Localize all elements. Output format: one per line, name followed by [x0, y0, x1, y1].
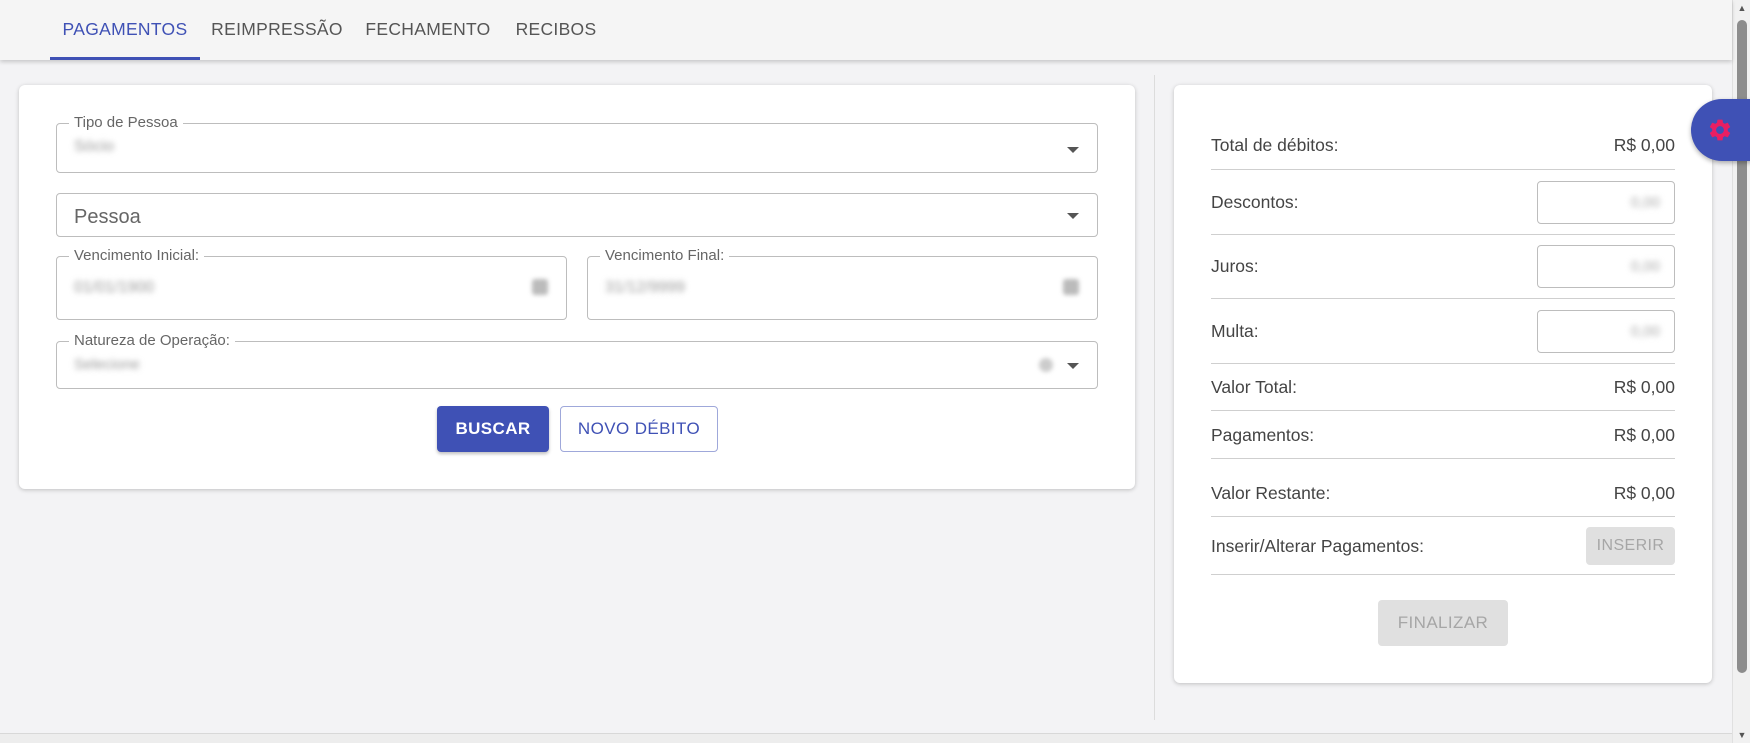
tab-bar: PAGAMENTOS REIMPRESSÃO FECHAMENTO RECIBO… — [0, 0, 1732, 60]
natureza-operacao-label: Natureza de Operação: — [69, 332, 235, 350]
valor-restante-value: R$ 0,00 — [1613, 483, 1675, 503]
descontos-input[interactable]: 0,00 — [1537, 181, 1675, 224]
chevron-down-icon[interactable] — [1067, 147, 1079, 153]
divider — [1211, 458, 1675, 459]
tipo-pessoa-select[interactable]: Tipo de Pessoa Sócio — [56, 114, 1098, 173]
settings-button[interactable] — [1691, 99, 1750, 161]
vencimento-final-field[interactable]: Vencimento Final: 31/12/9999 — [587, 247, 1098, 320]
divider — [1211, 234, 1675, 235]
scroll-up-icon[interactable]: ▲ — [1733, 0, 1750, 16]
natureza-operacao-select[interactable]: Natureza de Operação: Selecione — [56, 332, 1098, 389]
multa-value: 0,00 — [1630, 323, 1660, 340]
filter-card: Tipo de Pessoa Sócio Pessoa Vencimento I… — [19, 85, 1135, 489]
vencimento-inicial-label: Vencimento Inicial: — [69, 247, 205, 265]
vencimento-inicial-value: 01/01/1900 — [74, 279, 155, 296]
divider — [1211, 516, 1675, 517]
clear-icon[interactable] — [1039, 358, 1053, 372]
descontos-label: Descontos: — [1211, 192, 1299, 212]
pagamentos-value: R$ 0,00 — [1613, 425, 1675, 445]
novo-debito-button[interactable]: NOVO DÉBITO — [560, 406, 718, 452]
chevron-down-icon[interactable] — [1067, 213, 1079, 219]
inserir-alterar-label: Inserir/Alterar Pagamentos: — [1211, 536, 1425, 556]
tab-recibos[interactable]: RECIBOS — [510, 0, 602, 60]
tab-fechamento[interactable]: FECHAMENTO — [360, 0, 496, 60]
tipo-pessoa-label: Tipo de Pessoa — [69, 114, 183, 132]
divider — [1211, 169, 1675, 170]
tab-pagamentos[interactable]: PAGAMENTOS — [50, 0, 200, 60]
calendar-icon[interactable] — [532, 279, 548, 295]
summary-card: Total de débitos: R$ 0,00 Descontos: 0,0… — [1174, 85, 1712, 683]
horizontal-scroll-strip — [0, 733, 1732, 743]
divider — [1211, 574, 1675, 575]
calendar-icon[interactable] — [1063, 279, 1079, 295]
juros-input[interactable]: 0,00 — [1537, 245, 1675, 288]
inserir-button[interactable]: INSERIR — [1586, 527, 1675, 565]
finalizar-button[interactable]: FINALIZAR — [1378, 600, 1508, 646]
pessoa-placeholder: Pessoa — [74, 206, 141, 228]
pagamentos-label: Pagamentos: — [1211, 425, 1315, 445]
descontos-value: 0,00 — [1630, 194, 1660, 211]
divider — [1211, 410, 1675, 411]
scroll-down-icon[interactable]: ▼ — [1733, 727, 1750, 743]
juros-label: Juros: — [1211, 256, 1259, 276]
gear-icon — [1709, 119, 1731, 141]
chevron-down-icon[interactable] — [1067, 363, 1079, 369]
column-divider — [1154, 75, 1155, 720]
vencimento-final-value: 31/12/9999 — [605, 279, 686, 296]
valor-restante-label: Valor Restante: — [1211, 483, 1331, 503]
natureza-operacao-value: Selecione — [74, 356, 140, 373]
buscar-button[interactable]: BUSCAR — [437, 406, 549, 452]
tipo-pessoa-value: Sócio — [74, 138, 115, 155]
total-debitos-label: Total de débitos: — [1211, 135, 1339, 155]
vencimento-inicial-field[interactable]: Vencimento Inicial: 01/01/1900 — [56, 247, 567, 320]
tab-reimpressao[interactable]: REIMPRESSÃO — [208, 0, 346, 60]
total-debitos-value: R$ 0,00 — [1613, 135, 1675, 155]
valor-total-value: R$ 0,00 — [1613, 377, 1675, 397]
multa-input[interactable]: 0,00 — [1537, 310, 1675, 353]
juros-value: 0,00 — [1630, 258, 1660, 275]
divider — [1211, 363, 1675, 364]
valor-total-label: Valor Total: — [1211, 377, 1297, 397]
divider — [1211, 298, 1675, 299]
multa-label: Multa: — [1211, 321, 1259, 341]
vencimento-final-label: Vencimento Final: — [600, 247, 730, 265]
pessoa-select[interactable]: Pessoa — [56, 193, 1098, 237]
